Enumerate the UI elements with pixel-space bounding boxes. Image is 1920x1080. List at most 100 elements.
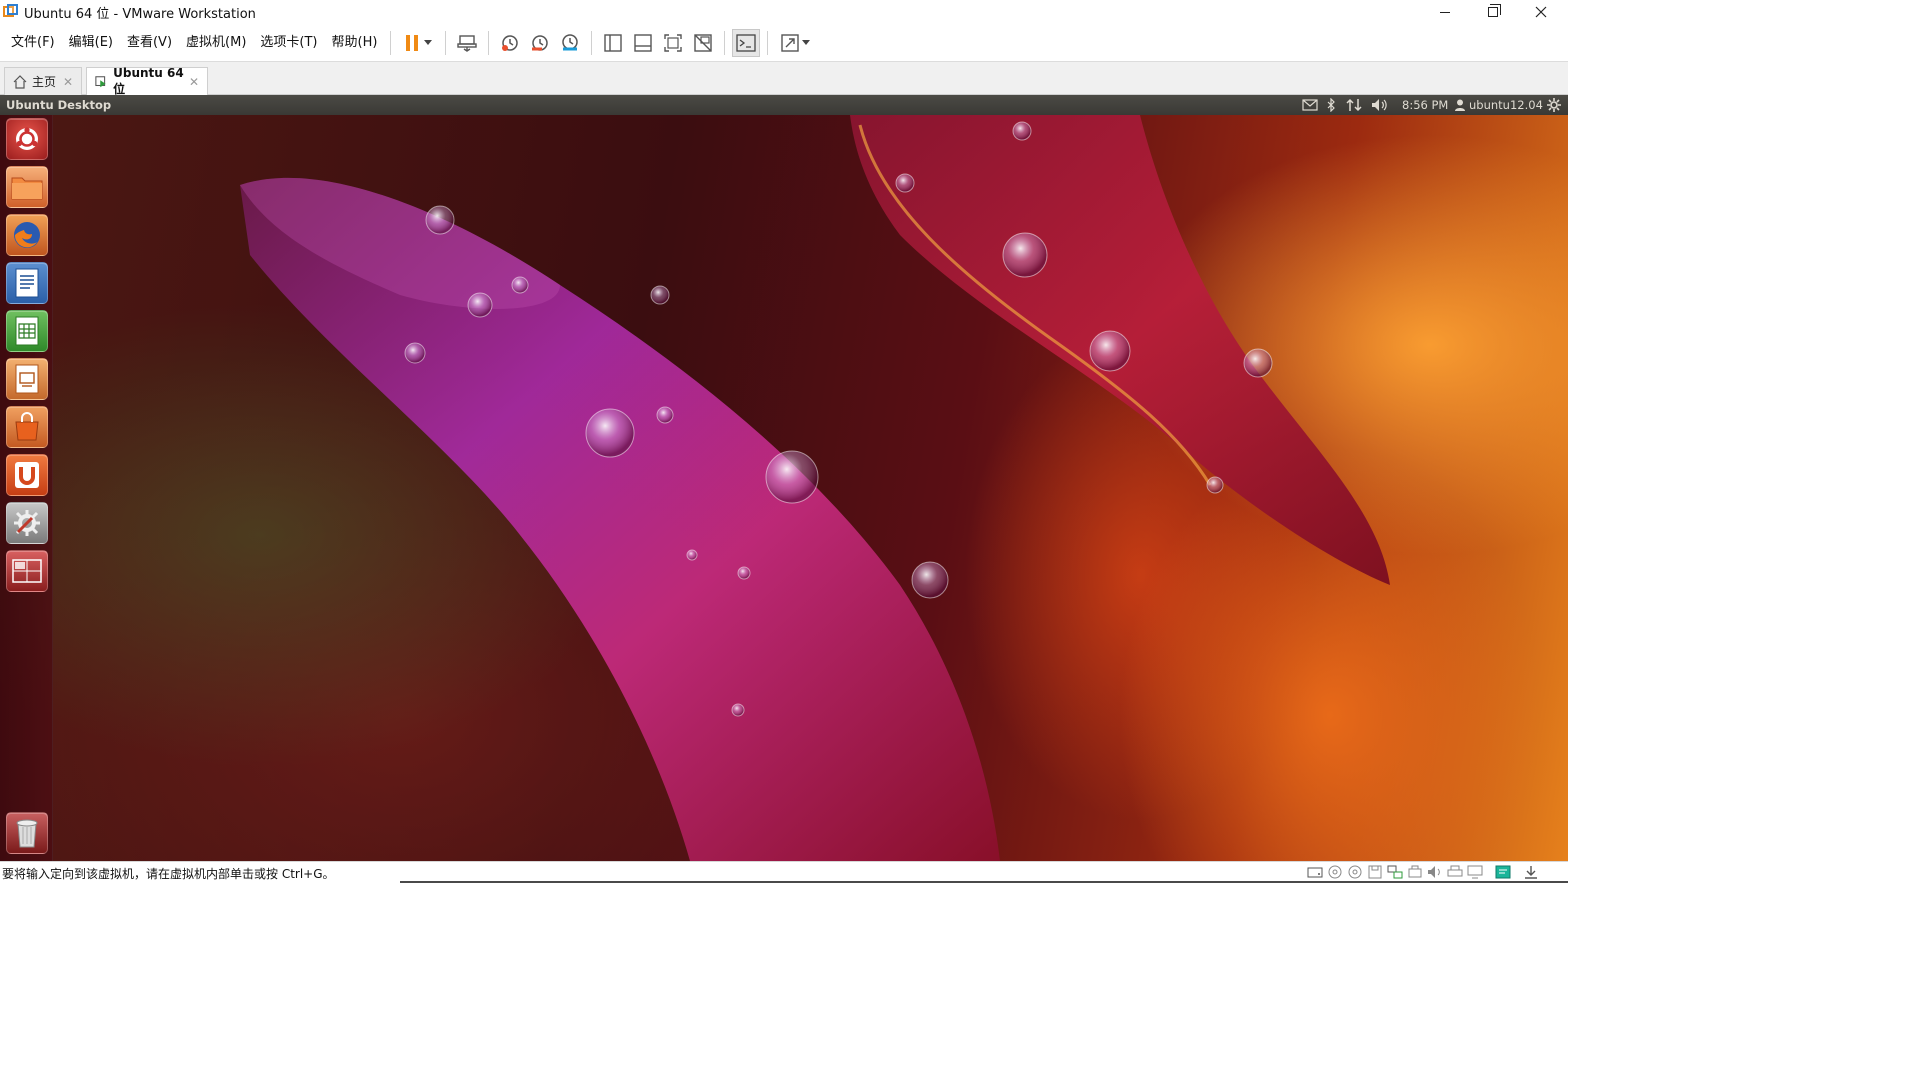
snapshot-revert-icon	[532, 34, 549, 51]
menu-edit[interactable]: 编辑(E)	[62, 24, 120, 62]
console-view-button[interactable]	[732, 28, 761, 57]
menu-tabs[interactable]: 选项卡(T)	[253, 24, 324, 62]
network-icon[interactable]	[1346, 95, 1362, 115]
device-status-icons	[1306, 864, 1540, 880]
full-screen-button[interactable]	[659, 29, 687, 57]
snapshot-revert-button[interactable]	[526, 29, 554, 57]
system-settings-button[interactable]	[6, 502, 48, 544]
close-icon[interactable]: ✕	[63, 75, 73, 89]
snapshot-take-icon	[502, 34, 519, 51]
panel-username: ubuntu12.04	[1469, 98, 1543, 112]
library-view-icon	[604, 33, 623, 52]
panel-clock[interactable]: 8:56 PM	[1402, 95, 1448, 115]
close-icon	[1535, 6, 1547, 18]
dash-home-icon	[16, 127, 38, 150]
tab-ubuntu-vm[interactable]: Ubuntu 64 位 ✕	[86, 66, 208, 96]
panel-user-menu[interactable]: ubuntu12.04	[1455, 95, 1543, 115]
toolbar-separator	[390, 30, 392, 55]
toolbar-separator	[591, 30, 593, 55]
cd-dvd-icon[interactable]	[1326, 864, 1344, 880]
toolbar-separator	[724, 30, 726, 55]
vm-console[interactable]: Ubuntu Desktop 8:56 PM ubuntu12.04	[0, 95, 1568, 861]
writer-button[interactable]	[6, 262, 48, 304]
message-icon[interactable]	[1494, 864, 1512, 880]
volume-icon[interactable]	[1371, 95, 1389, 115]
usb-icon[interactable]	[1406, 864, 1424, 880]
menu-help[interactable]: 帮助(H)	[325, 24, 385, 62]
panel-title: Ubuntu Desktop	[6, 98, 112, 112]
vm-tab-icon	[95, 75, 106, 87]
stretch-guest-button[interactable]	[775, 29, 815, 57]
settings-gear-icon[interactable]	[1547, 95, 1561, 115]
software-center-button[interactable]	[6, 406, 48, 448]
user-icon	[1455, 99, 1465, 111]
thumbnail-bar-icon	[634, 33, 653, 52]
send-ctrl-alt-del-button[interactable]	[453, 29, 481, 57]
pause-icon	[406, 34, 419, 51]
writer-icon	[15, 268, 39, 298]
minimize-button[interactable]	[1422, 0, 1468, 24]
sound-icon[interactable]	[1426, 864, 1444, 880]
menu-vm[interactable]: 虚拟机(M)	[179, 24, 253, 62]
unity-icon	[694, 33, 713, 52]
toolbar-separator	[488, 30, 490, 55]
network-adapter-icon[interactable]	[1386, 864, 1404, 880]
workspace-switcher-button[interactable]	[6, 550, 48, 592]
display-icon[interactable]	[1466, 864, 1484, 880]
send-ctrl-alt-del-icon	[457, 34, 478, 52]
ubuntu-one-button[interactable]	[6, 454, 48, 496]
status-message: 要将输入定向到该虚拟机，请在虚拟机内部单击或按 Ctrl+G。	[2, 867, 335, 881]
library-view-button[interactable]	[599, 29, 627, 57]
ubuntu-one-icon	[15, 462, 39, 488]
status-bar: 要将输入定向到该虚拟机，请在虚拟机内部单击或按 Ctrl+G。	[0, 861, 1568, 883]
wallpaper-petals-image	[240, 115, 1390, 861]
window-title: Ubuntu 64 位 - VMware Workstation	[24, 6, 256, 22]
vmware-icon	[3, 4, 19, 20]
mail-icon[interactable]	[1302, 95, 1318, 115]
dash-home-button[interactable]	[6, 118, 48, 160]
download-icon[interactable]	[1522, 864, 1540, 880]
printer-icon[interactable]	[1446, 864, 1464, 880]
restore-icon	[1488, 4, 1501, 17]
menu-view[interactable]: 查看(V)	[120, 24, 179, 62]
home-icon	[13, 74, 27, 89]
cd-dvd-icon-2[interactable]	[1346, 864, 1364, 880]
ubuntu-top-panel: Ubuntu Desktop 8:56 PM ubuntu12.04	[0, 95, 1568, 115]
restore-button[interactable]	[1470, 0, 1516, 24]
impress-icon	[15, 364, 39, 394]
tab-home[interactable]: 主页 ✕	[4, 67, 82, 95]
software-center-icon	[15, 412, 39, 441]
tab-home-label: 主页	[32, 75, 57, 89]
tab-vm-label: Ubuntu 64 位	[113, 66, 184, 96]
snapshot-manager-icon	[562, 33, 579, 50]
window-titlebar: Ubuntu 64 位 - VMware Workstation	[0, 0, 1568, 24]
console-view-icon	[736, 33, 757, 52]
close-icon[interactable]: ✕	[189, 75, 199, 89]
pause-button[interactable]	[398, 29, 438, 57]
status-divider	[400, 881, 1568, 883]
menu-file[interactable]: 文件(F)	[4, 24, 62, 62]
menu-toolbar: 文件(F) 编辑(E) 查看(V) 虚拟机(M) 选项卡(T) 帮助(H)	[0, 24, 1568, 62]
impress-button[interactable]	[6, 358, 48, 400]
files-button[interactable]	[6, 166, 48, 208]
snapshot-take-button[interactable]	[496, 29, 524, 57]
floppy-icon[interactable]	[1366, 864, 1384, 880]
thumbnail-bar-button[interactable]	[629, 29, 657, 57]
desktop-wallpaper[interactable]	[0, 115, 1568, 861]
toolbar-separator	[767, 30, 769, 55]
tab-strip: 主页 ✕ Ubuntu 64 位 ✕	[0, 62, 1568, 96]
unity-button[interactable]	[689, 29, 717, 57]
close-button[interactable]	[1518, 0, 1564, 24]
ubuntu-launcher	[0, 115, 53, 861]
trash-button[interactable]	[6, 812, 48, 854]
snapshot-manager-button[interactable]	[556, 29, 584, 57]
system-settings-icon	[14, 510, 40, 536]
bluetooth-icon[interactable]	[1326, 95, 1336, 115]
firefox-icon	[14, 222, 40, 248]
files-icon	[11, 177, 43, 200]
hard-disk-icon[interactable]	[1306, 864, 1324, 880]
calc-button[interactable]	[6, 310, 48, 352]
chevron-down-icon	[802, 40, 811, 45]
workspace-switcher-icon	[12, 559, 42, 583]
firefox-button[interactable]	[6, 214, 48, 256]
